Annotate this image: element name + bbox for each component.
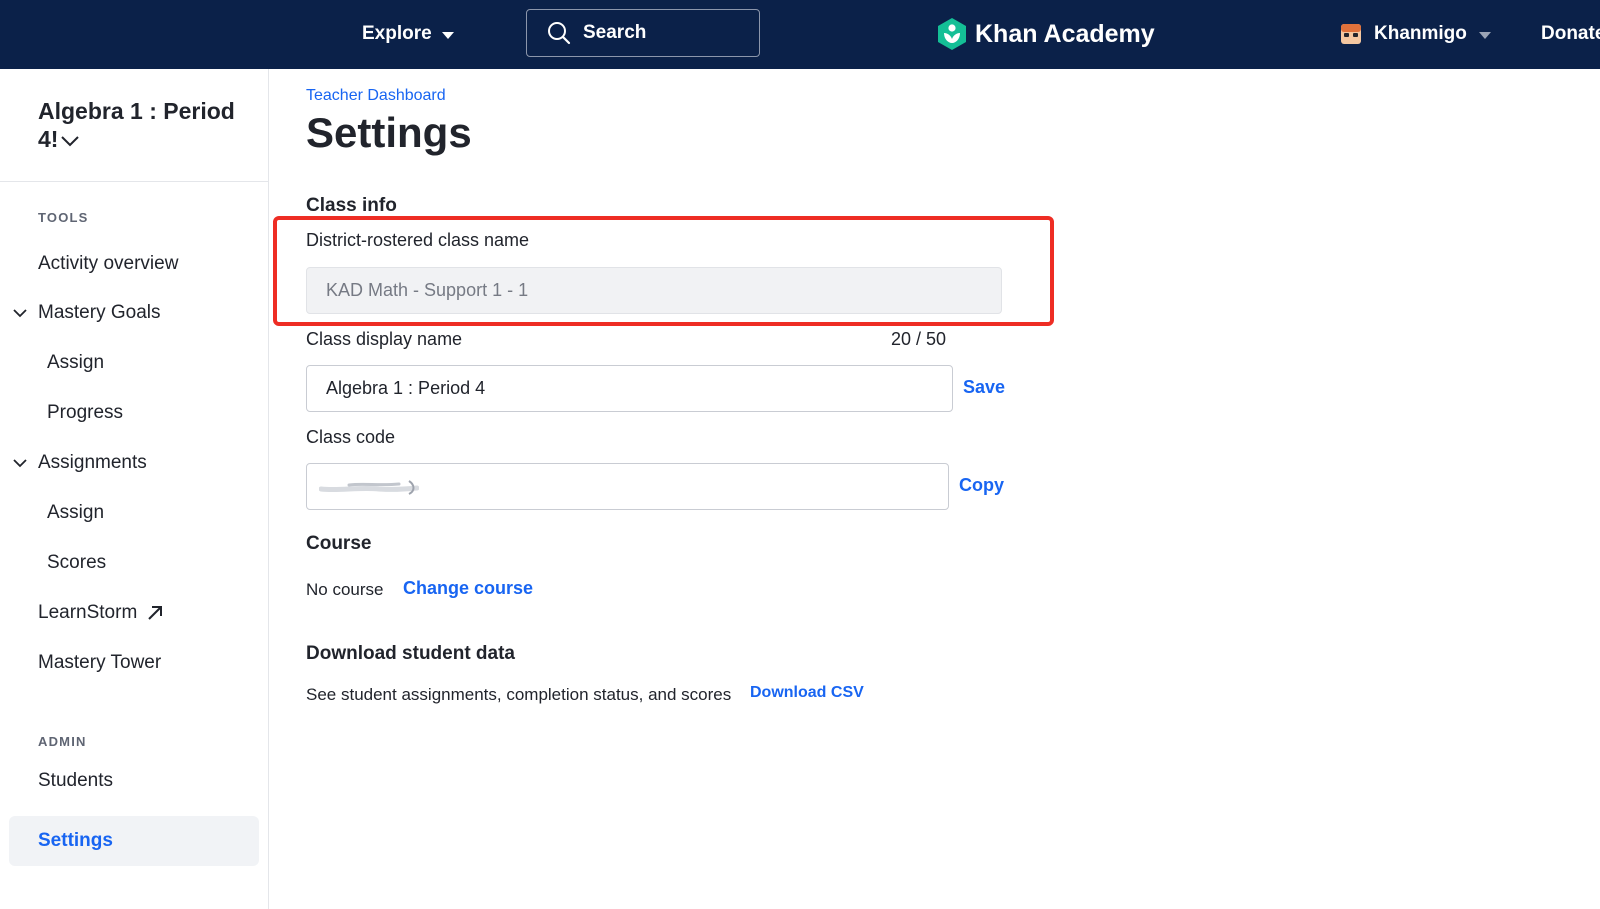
sidebar: Algebra 1 : Period 4! TOOLS Activity ove…	[0, 69, 269, 909]
character-counter: 20 / 50	[891, 329, 947, 349]
copy-button[interactable]: Copy	[959, 475, 1004, 496]
download-description: See student assignments, completion stat…	[306, 685, 732, 704]
search-label: Search	[583, 22, 647, 43]
sidebar-item-label: LearnStorm	[38, 602, 138, 623]
sidebar-item-label: Assign	[47, 502, 105, 523]
khanmigo-label: Khanmigo	[1374, 23, 1467, 44]
donate-label: Donate	[1541, 23, 1600, 44]
class-code-field[interactable]	[306, 463, 949, 510]
sidebar-item-assignments-scores[interactable]: Scores	[47, 548, 106, 578]
sidebar-item-learnstorm[interactable]: LearnStorm	[38, 598, 163, 628]
sidebar-item-assignments-assign[interactable]: Assign	[47, 498, 104, 528]
sidebar-item-mastery-tower[interactable]: Mastery Tower	[38, 648, 161, 678]
sidebar-item-label: Mastery Goals	[38, 302, 161, 323]
save-button[interactable]: Save	[963, 377, 1005, 398]
sidebar-item-students[interactable]: Students	[38, 766, 113, 796]
class-display-name-label: Class display name	[306, 329, 463, 349]
breadcrumb[interactable]: Teacher Dashboard	[306, 87, 446, 105]
course-value: No course	[306, 580, 384, 599]
download-data-heading: Download student data	[306, 643, 515, 664]
top-nav-bar: Explore Search Khan Academy Khanmigo Don…	[0, 0, 1600, 69]
district-class-name-label: District-rostered class name	[306, 230, 530, 250]
sidebar-item-mastery-progress[interactable]: Progress	[47, 398, 123, 428]
sidebar-item-label: Progress	[47, 402, 124, 423]
sidebar-item-activity-overview[interactable]: Activity overview	[38, 249, 178, 279]
download-csv-link[interactable]: Download CSV	[750, 684, 864, 702]
sidebar-item-mastery-goals[interactable]: Mastery Goals	[38, 298, 160, 328]
sidebar-item-mastery-assign[interactable]: Assign	[47, 348, 104, 378]
explore-label: Explore	[362, 23, 432, 44]
khan-academy-logo[interactable]: Khan Academy	[937, 14, 1155, 54]
search-input[interactable]: Search	[526, 9, 760, 57]
redacted-code-icon	[319, 479, 419, 495]
class-display-name-input[interactable]: Algebra 1 : Period 4	[306, 365, 953, 412]
chevron-down-icon	[61, 136, 80, 147]
course-heading: Course	[306, 533, 372, 554]
admin-heading: ADMIN	[38, 734, 87, 749]
class-switcher[interactable]: Algebra 1 : Period 4!	[38, 97, 238, 153]
tools-heading: TOOLS	[38, 210, 89, 225]
class-code-label: Class code	[306, 427, 396, 447]
search-icon	[548, 22, 571, 45]
change-course-link[interactable]: Change course	[403, 578, 533, 599]
district-class-name-value: KAD Math - Support 1 - 1	[326, 280, 529, 300]
khanmigo-menu[interactable]: Khanmigo	[1340, 18, 1491, 50]
district-class-name-field: KAD Math - Support 1 - 1	[306, 267, 1002, 314]
page-title: Settings	[306, 109, 472, 156]
caret-down-icon	[1478, 32, 1491, 39]
chevron-down-icon[interactable]	[12, 305, 28, 321]
sidebar-item-label: Students	[38, 770, 113, 791]
sidebar-item-label: Assignments	[38, 452, 147, 473]
sidebar-item-label: Assign	[47, 352, 105, 373]
khan-logo-icon	[938, 18, 966, 50]
sidebar-divider	[0, 181, 268, 182]
sidebar-item-label: Activity overview	[38, 253, 179, 274]
sidebar-item-label: Mastery Tower	[38, 652, 162, 673]
donate-link[interactable]: Donate	[1541, 20, 1600, 48]
explore-menu[interactable]: Explore	[362, 20, 454, 48]
sidebar-item-label: Settings	[38, 830, 113, 851]
sidebar-item-settings[interactable]: Settings	[38, 826, 113, 856]
sidebar-item-assignments[interactable]: Assignments	[38, 448, 147, 478]
khanmigo-avatar-icon	[1341, 24, 1361, 44]
sidebar-item-label: Scores	[47, 552, 107, 573]
class-info-heading: Class info	[306, 195, 397, 216]
class-display-name-value: Algebra 1 : Period 4	[326, 378, 486, 398]
brand-name: Khan Academy	[975, 19, 1155, 48]
external-link-icon	[148, 606, 163, 620]
caret-down-icon	[441, 32, 454, 39]
chevron-down-icon[interactable]	[12, 455, 28, 471]
